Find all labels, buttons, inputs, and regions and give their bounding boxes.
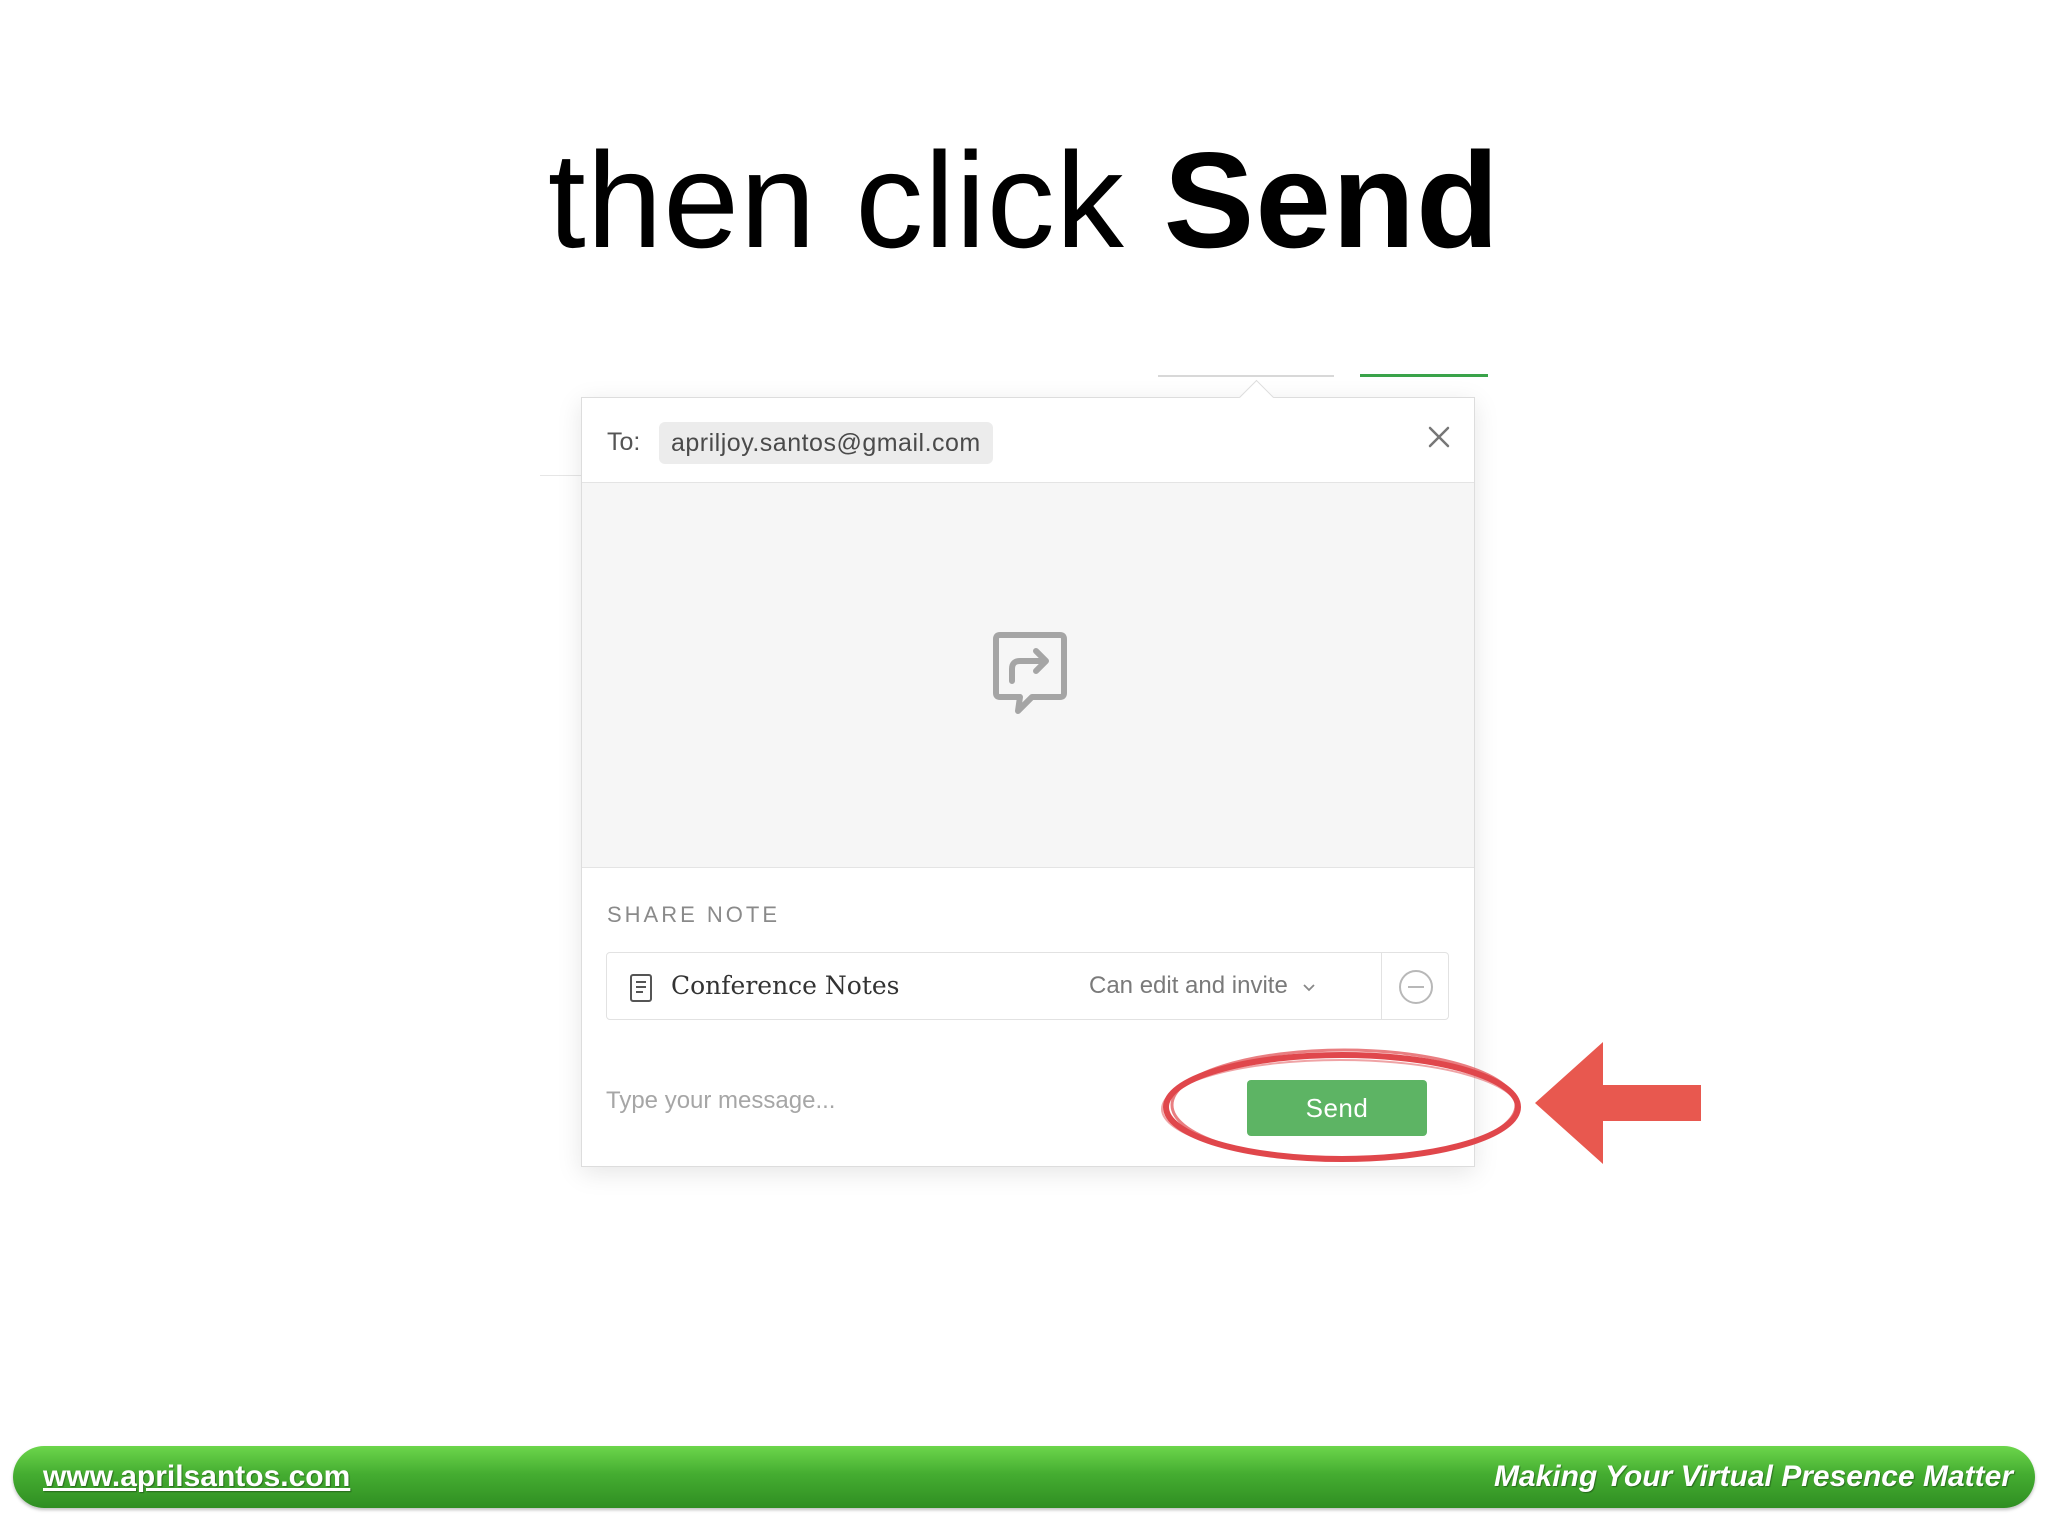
note-document-icon [630,974,652,1002]
footer-website-link[interactable]: www.aprilsantos.com [43,1460,350,1494]
slide-headline: then click Send [0,120,2048,280]
background-divider [540,475,584,476]
to-label: To: [607,428,641,456]
background-active-tab-underline [1360,374,1488,377]
permission-dropdown[interactable]: Can edit and invite [1089,953,1319,1019]
close-icon[interactable] [1422,420,1456,454]
recipient-chip[interactable]: apriljoy.santos@gmail.com [659,422,993,464]
note-preview [582,483,1474,868]
headline-text: then click [547,124,1125,276]
remove-note-icon[interactable] [1397,968,1435,1006]
chevron-down-icon [1303,984,1316,991]
row-divider [1381,953,1382,1019]
footer-tagline: Making Your Virtual Presence Matter [1493,1460,2013,1493]
permission-label: Can edit and invite [1089,972,1288,999]
footer-bar: www.aprilsantos.com Making Your Virtual … [13,1446,2035,1508]
headline-emphasis: Send [1163,124,1501,276]
message-input[interactable] [604,1078,1128,1124]
recipient-row: To: apriljoy.santos@gmail.com [582,398,1474,483]
tutorial-slide: then click Send To: apriljoy.santos@gmai… [0,0,2048,1536]
background-tab-underline [1158,375,1334,377]
shared-note-row: Conference Notes Can edit and invite [606,952,1449,1020]
highlight-ring [1161,1048,1521,1162]
share-note-icon [993,632,1067,714]
note-title: Conference Notes [671,971,900,1000]
pointer-arrow-icon [1535,1042,1701,1164]
share-note-heading: SHARE NOTE [607,902,781,927]
